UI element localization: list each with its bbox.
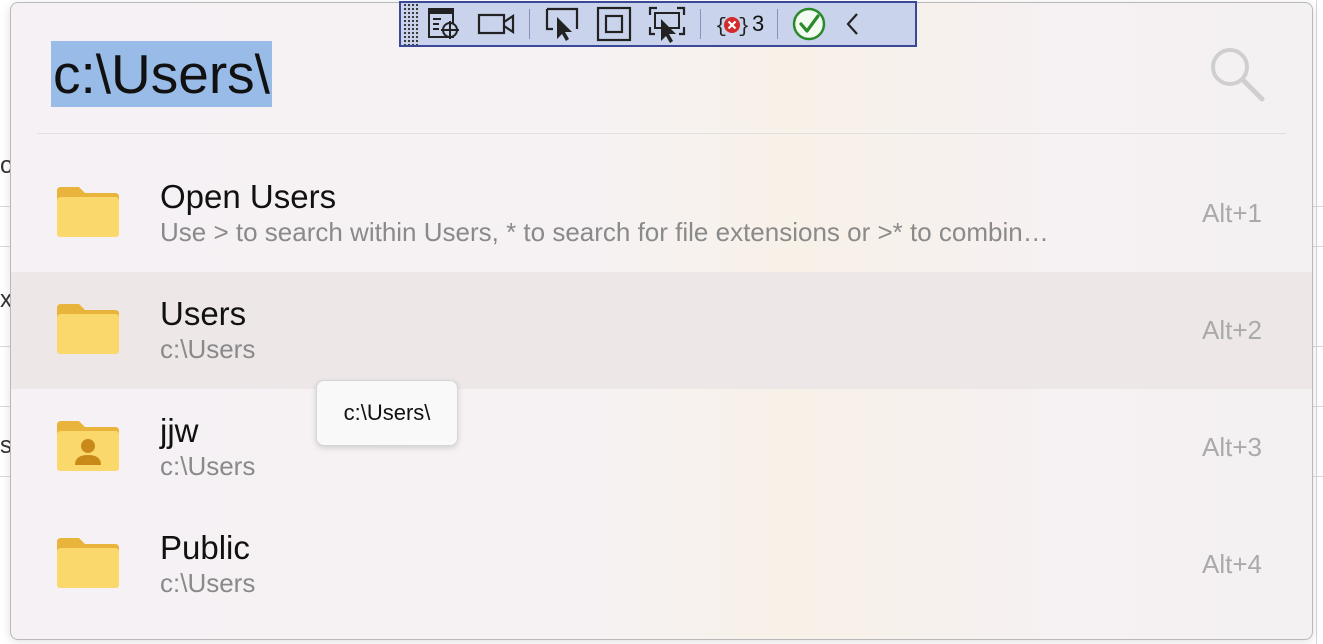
search-icon [1211,48,1265,102]
result-item-users[interactable]: Users c:\Users Alt+2 [11,272,1312,389]
toolbar-separator [529,9,530,39]
folder-icon [57,304,119,354]
background-divider [1316,0,1317,644]
result-subtitle: c:\Users [160,451,256,481]
video-camera-icon [477,13,515,35]
drag-handle[interactable] [403,3,419,45]
result-subtitle: c:\Users [160,334,256,364]
path-tooltip: c:\Users\ [316,380,458,446]
result-shortcut: Alt+4 [1202,549,1262,579]
result-shortcut: Alt+3 [1202,432,1262,462]
select-in-app-button[interactable] [536,3,588,45]
binding-failures-button[interactable]: { } 3 [707,3,771,45]
search-input[interactable]: c:\Users\ [51,41,272,107]
toolbar-separator [700,9,701,39]
toolbar-separator [777,9,779,39]
check-circle-icon [793,7,826,41]
layout-adorner-icon [596,6,632,42]
result-subtitle: Use > to search within Users, * to searc… [160,217,1049,247]
query-divider [37,133,1286,134]
launcher-window: c:\Users\ Open Users Use > to search wit… [10,2,1313,640]
result-subtitle: c:\Users [160,568,256,598]
live-visual-tree-icon [428,8,459,39]
result-title: Public [160,529,250,566]
collapse-toolbar-button[interactable] [834,3,872,45]
result-item-open-users[interactable]: Open Users Use > to search within Users,… [11,155,1312,272]
record-button[interactable] [469,3,523,45]
track-focus-button[interactable] [640,3,694,45]
folder-icon [57,187,119,237]
user-folder-icon [57,421,119,471]
select-element-button[interactable] [419,3,469,45]
result-item-jjw[interactable]: jjw c:\Users Alt+3 [11,389,1312,506]
error-count: 3 [752,11,765,36]
result-title: Open Users [160,178,337,215]
svg-text:}: } [738,16,750,39]
chevron-left-icon [846,13,859,35]
results-list: Open Users Use > to search within Users,… [11,155,1312,623]
track-focus-icon [648,6,686,43]
folder-icon [57,538,119,588]
result-shortcut: Alt+1 [1202,198,1262,228]
result-title: jjw [160,412,199,449]
debug-toolbar: { } 3 [399,1,917,47]
display-layout-adorner-button[interactable] [588,3,640,45]
binding-error-icon: { } [715,16,750,39]
result-shortcut: Alt+2 [1202,315,1262,345]
result-item-public[interactable]: Public c:\Users Alt+4 [11,506,1312,623]
hot-reload-status-button[interactable] [784,3,834,45]
cursor-select-icon [545,7,579,41]
result-title: Users [160,295,247,332]
